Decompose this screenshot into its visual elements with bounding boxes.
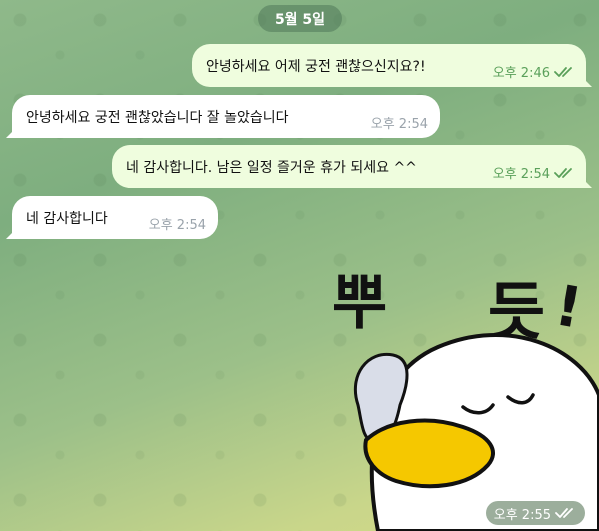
sticker-lettering: 뿌 (332, 268, 387, 338)
message-bubble-outgoing[interactable]: 안녕하세요 어제 궁전 괜찮으신지요?! 오후 2:46 (192, 44, 592, 87)
bubble-tail (6, 227, 18, 239)
message-text: 안녕하세요 어제 궁전 괜찮으신지요?! (206, 58, 426, 75)
message-text: 네 감사합니다. 남은 일정 즐거운 휴가 되세요 ^^ (126, 159, 417, 176)
duck-sticker[interactable]: 뿌 듯 ! 오후 2:55 (318, 255, 599, 531)
bubble-tail (580, 176, 592, 188)
date-label: 5월 5일 (274, 11, 326, 28)
date-separator: 5월 5일 (258, 5, 342, 32)
sticker-meta: 오후 2:55 (485, 501, 585, 525)
message-time: 오후 2:46 (492, 66, 550, 81)
double-check-icon (555, 508, 573, 518)
double-check-icon (554, 167, 572, 178)
message-time: 오후 2:54 (370, 117, 428, 132)
message-bubble-incoming[interactable]: 안녕하세요 궁전 괜찮았습니다 잘 놀았습니다 오후 2:54 (6, 95, 440, 138)
duck-sticker-image: 뿌 듯 ! (332, 268, 599, 531)
message-time: 오후 2:55 (493, 507, 551, 523)
message-time: 오후 2:54 (148, 218, 206, 233)
message-time: 오후 2:54 (492, 167, 550, 182)
bubble-tail (580, 75, 592, 87)
message-meta: 오후 2:54 (493, 163, 576, 182)
bubble-tail (6, 126, 18, 138)
message-meta: 오후 2:46 (493, 62, 576, 81)
svg-text:!: ! (550, 273, 586, 341)
message-bubble-incoming[interactable]: 네 감사합니다 오후 2:54 (6, 196, 218, 239)
message-meta: 오후 2:54 (149, 214, 206, 233)
message-bubble-outgoing[interactable]: 네 감사합니다. 남은 일정 즐거운 휴가 되세요 ^^ 오후 2:54 (112, 145, 592, 188)
double-check-icon (554, 66, 572, 77)
message-text: 안녕하세요 궁전 괜찮았습니다 잘 놀았습니다 (26, 109, 289, 126)
message-text: 네 감사합니다 (26, 210, 108, 227)
message-meta: 오후 2:54 (371, 113, 428, 132)
